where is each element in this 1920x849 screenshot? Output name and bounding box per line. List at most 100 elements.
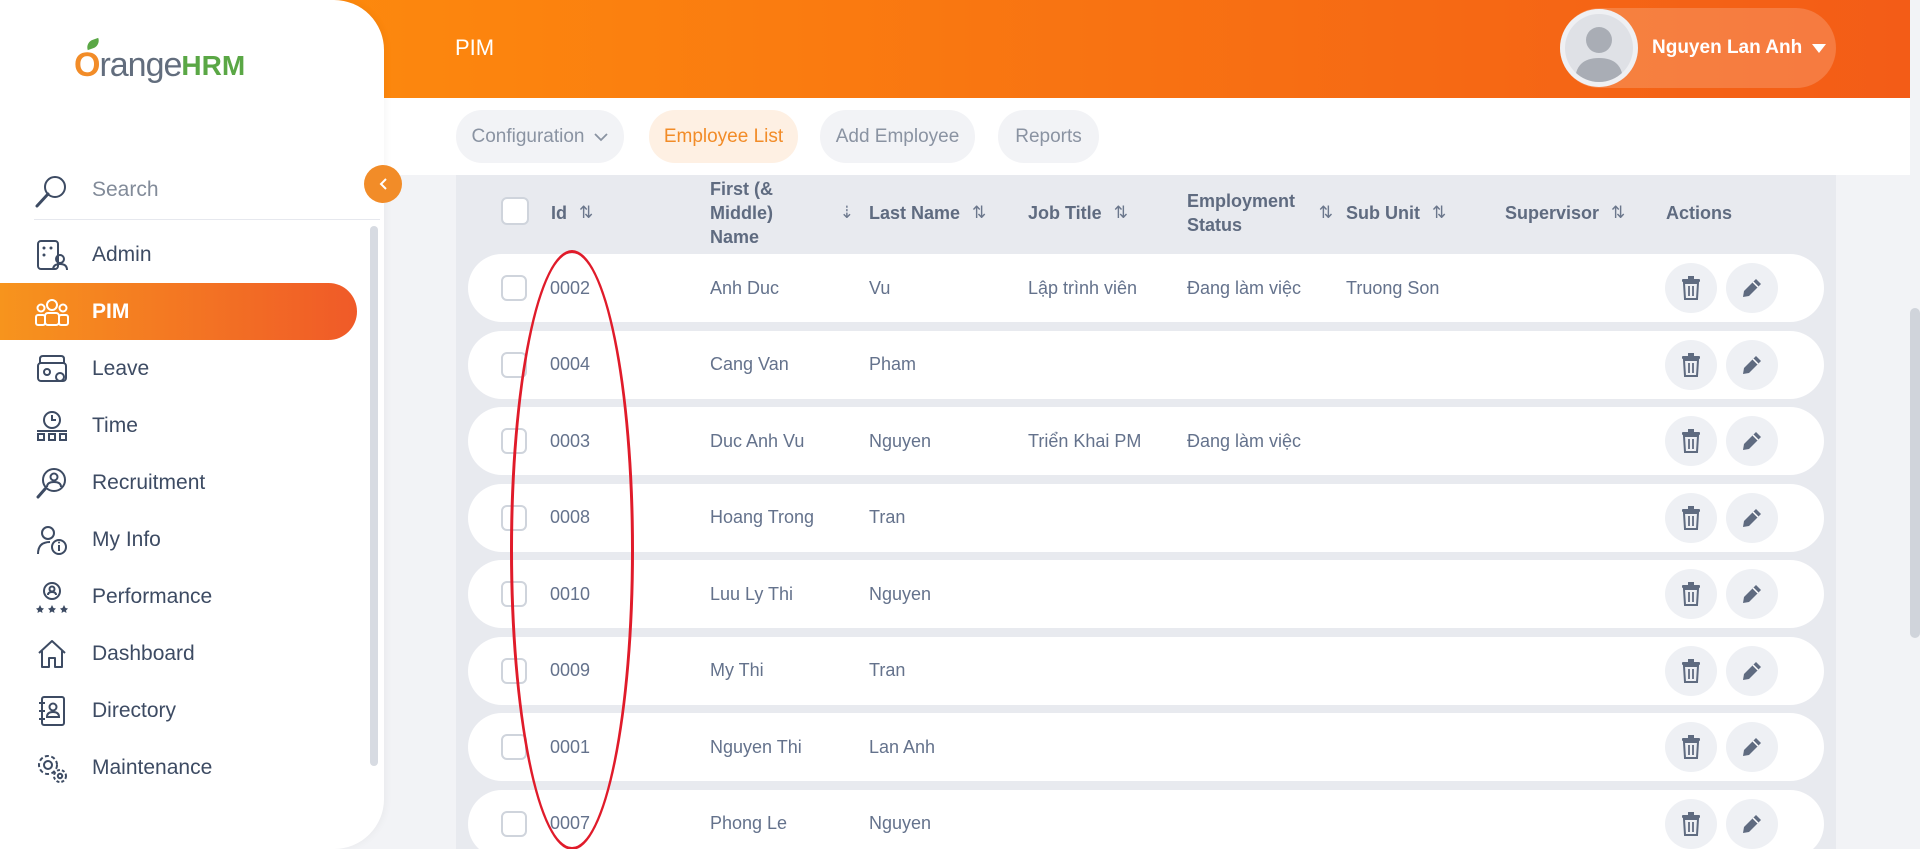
caret-down-icon bbox=[1812, 43, 1827, 53]
row-checkbox[interactable] bbox=[501, 428, 527, 454]
cell-first-name: Luu Ly Thi bbox=[710, 583, 794, 604]
cell-last-name: Lan Anh bbox=[869, 736, 936, 757]
sidebar-item-maintenance[interactable]: Maintenance bbox=[0, 739, 384, 796]
cell-id: 0007 bbox=[550, 813, 591, 833]
tab-add-employee[interactable]: Add Employee bbox=[820, 110, 975, 163]
sidebar-item-leave[interactable]: Leave bbox=[0, 340, 384, 397]
cell-last-name: Tran bbox=[869, 507, 906, 527]
edit-button[interactable] bbox=[1726, 416, 1778, 466]
recruitment-icon bbox=[34, 465, 70, 501]
sort-icon: ⇅ bbox=[579, 203, 594, 222]
sidebar-item-my-info[interactable]: My Info bbox=[0, 511, 384, 568]
header-first-name[interactable]: First (& Middle) Name ⇣ bbox=[710, 175, 860, 251]
header-last-name[interactable]: Last Name ⇅ bbox=[869, 175, 986, 251]
header-sub-unit[interactable]: Sub Unit ⇅ bbox=[1346, 175, 1446, 251]
sort-icon: ⇅ bbox=[1611, 203, 1626, 222]
table-row[interactable]: 0002 Anh Duc Vu Lập trình viên Đang làm việc… bbox=[468, 254, 1824, 322]
delete-button[interactable] bbox=[1665, 263, 1717, 313]
delete-button[interactable] bbox=[1665, 798, 1717, 849]
row-checkbox[interactable] bbox=[501, 351, 527, 378]
table-row[interactable]: 0003 Duc Anh Vu Nguyen Triển Khai PM Đang là… bbox=[468, 407, 1824, 475]
header-job-title[interactable]: Job Title ⇅ bbox=[1028, 175, 1128, 251]
delete-button[interactable] bbox=[1665, 645, 1717, 696]
sidebar-item-dashboard[interactable]: Dashboard bbox=[0, 625, 384, 682]
table-row[interactable]: 0007 Phong Le Nguyen bbox=[468, 789, 1824, 849]
delete-button[interactable] bbox=[1665, 722, 1717, 772]
sort-icon: ⇅ bbox=[1113, 203, 1128, 222]
header-actions: Actions bbox=[1666, 202, 1733, 223]
table-row[interactable]: 0001 Nguyen Thi Lan Anh bbox=[468, 713, 1824, 781]
sidebar-item-admin[interactable]: Admin bbox=[0, 226, 384, 283]
user-dropdown[interactable]: Nguyen Lan Anh bbox=[1560, 8, 1836, 88]
dashboard-icon bbox=[34, 636, 70, 672]
delete-button[interactable] bbox=[1665, 416, 1717, 466]
delete-button[interactable] bbox=[1665, 569, 1717, 619]
edit-button[interactable] bbox=[1726, 492, 1778, 543]
sidebar-item-label: PIM bbox=[92, 299, 130, 323]
pencil-icon bbox=[1740, 276, 1764, 300]
sidebar-search[interactable]: Search bbox=[34, 160, 380, 220]
row-checkbox[interactable] bbox=[501, 581, 527, 607]
search-icon bbox=[35, 176, 66, 208]
cell-first-name: Hoang Trong bbox=[710, 507, 815, 527]
table-row[interactable]: 0009 My Thi Tran bbox=[468, 636, 1824, 705]
pencil-icon bbox=[1740, 735, 1764, 759]
cell-id: 0002 bbox=[550, 277, 591, 298]
cell-first-name: Cang Van bbox=[710, 354, 789, 374]
search-label: Search bbox=[92, 177, 159, 201]
sidebar-item-label: Leave bbox=[92, 356, 150, 380]
table-row[interactable]: 0008 Hoang Trong Tran bbox=[468, 483, 1824, 552]
row-checkbox[interactable] bbox=[501, 810, 527, 837]
tab-configuration[interactable]: Configuration bbox=[456, 110, 624, 163]
page-scrollbar[interactable] bbox=[1910, 98, 1920, 849]
edit-button[interactable] bbox=[1726, 722, 1778, 772]
sidebar: Orange HRM Search Admin PIM Leave Time R… bbox=[0, 0, 384, 849]
collapse-sidebar-button[interactable] bbox=[364, 165, 402, 203]
sidebar-item-label: Recruitment bbox=[92, 470, 206, 494]
sidebar-item-directory[interactable]: Directory bbox=[0, 682, 384, 739]
cell-first-name: Nguyen Thi bbox=[710, 736, 802, 757]
trash-icon bbox=[1680, 658, 1702, 683]
delete-button[interactable] bbox=[1665, 339, 1717, 390]
header-employment-status[interactable]: Employment Status ⇅ bbox=[1187, 175, 1337, 251]
sidebar-scrollbar[interactable] bbox=[370, 226, 378, 766]
cell-id: 0009 bbox=[550, 660, 591, 680]
tab-reports[interactable]: Reports bbox=[998, 110, 1099, 163]
edit-button[interactable] bbox=[1726, 798, 1778, 849]
sub-navigation: Configuration Employee List Add Employee… bbox=[384, 98, 1910, 175]
cell-last-name: Vu bbox=[869, 277, 891, 298]
user-name: Nguyen Lan Anh bbox=[1652, 37, 1803, 58]
edit-button[interactable] bbox=[1726, 569, 1778, 619]
page-scrollbar-thumb[interactable] bbox=[1910, 308, 1920, 638]
row-checkbox[interactable] bbox=[501, 275, 527, 301]
tab-employee-list-label: Employee List bbox=[663, 125, 784, 147]
sort-icon: ⇅ bbox=[1318, 203, 1333, 222]
edit-button[interactable] bbox=[1726, 339, 1778, 390]
row-checkbox[interactable] bbox=[501, 657, 527, 684]
cell-last-name: Nguyen bbox=[869, 813, 932, 833]
header-supervisor[interactable]: Supervisor ⇅ bbox=[1505, 175, 1625, 251]
row-checkbox[interactable] bbox=[501, 504, 527, 531]
table-row[interactable]: 0010 Luu Ly Thi Nguyen bbox=[468, 560, 1824, 628]
row-checkbox[interactable] bbox=[501, 734, 527, 760]
employee-table: Id ⇅ First (& Middle) Name ⇣ Last Name ⇅ Job… bbox=[456, 175, 1836, 849]
sidebar-item-time[interactable]: Time bbox=[0, 397, 384, 454]
sidebar-item-recruitment[interactable]: Recruitment bbox=[0, 454, 384, 511]
cell-id: 0003 bbox=[550, 430, 591, 451]
pim-icon bbox=[34, 294, 70, 330]
select-all-checkbox[interactable] bbox=[501, 197, 529, 225]
pencil-icon bbox=[1740, 659, 1764, 683]
tab-employee-list[interactable]: Employee List bbox=[649, 110, 798, 163]
edit-button[interactable] bbox=[1726, 263, 1778, 313]
cell-id: 0008 bbox=[550, 507, 591, 527]
table-row[interactable]: 0004 Cang Van Pham bbox=[468, 330, 1824, 399]
header-id[interactable]: Id ⇅ bbox=[551, 175, 593, 251]
edit-button[interactable] bbox=[1726, 645, 1778, 696]
cell-id: 0010 bbox=[550, 583, 591, 604]
cell-first-name: Anh Duc bbox=[710, 277, 780, 298]
my-info-icon bbox=[34, 522, 70, 558]
tab-reports-label: Reports bbox=[1015, 125, 1082, 147]
delete-button[interactable] bbox=[1665, 492, 1717, 543]
sidebar-item-performance[interactable]: Performance bbox=[0, 568, 384, 625]
sidebar-item-pim[interactable]: PIM bbox=[0, 283, 357, 340]
